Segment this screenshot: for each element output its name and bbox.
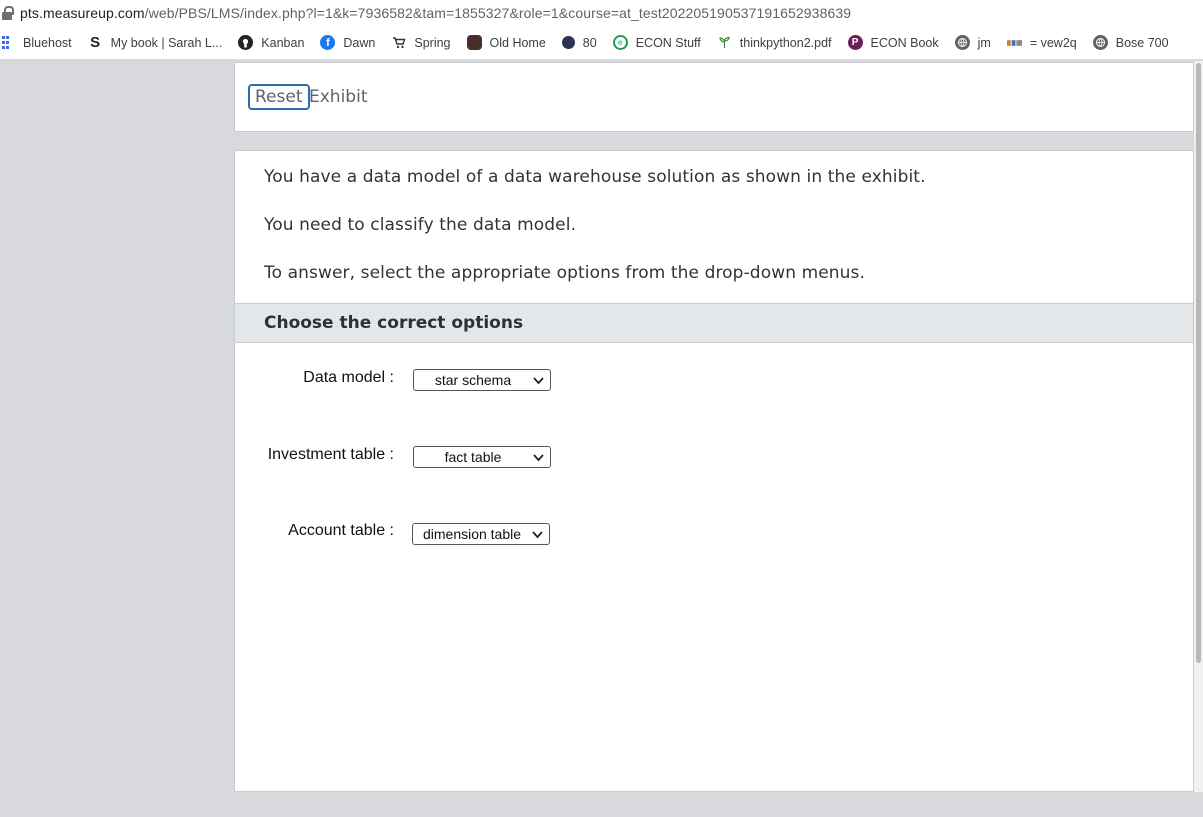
address-bar[interactable]: pts.measureup.com/web/PBS/LMS/index.php?… — [0, 0, 1203, 26]
chevron-down-icon — [533, 377, 544, 385]
bookmark-kanban[interactable]: Kanban — [238, 35, 304, 50]
page-scrollbar[interactable] — [1194, 61, 1203, 792]
p-logo-icon: P — [847, 35, 863, 50]
account-table-selected-value: dimension table — [422, 526, 522, 542]
investment-table-label: Investment table : — [267, 446, 394, 463]
bookmark-bose-700[interactable]: Bose 700 — [1092, 35, 1169, 50]
globe-icon — [954, 35, 970, 50]
grid-icon — [0, 35, 15, 50]
account-table-label: Account table : — [288, 522, 394, 539]
bookmark-bluehost[interactable]: Bluehost — [0, 35, 72, 50]
bookmark-thinkpython[interactable]: thinkpython2.pdf — [717, 35, 832, 50]
bookmarks-bar: Bluehost S My book | Sarah L... Kanban f… — [0, 26, 1203, 60]
facebook-icon: f — [320, 35, 336, 50]
bookmark-spring[interactable]: Spring — [391, 35, 451, 50]
url-text[interactable]: pts.measureup.com/web/PBS/LMS/index.php?… — [20, 5, 851, 21]
scrollbar-thumb[interactable] — [1196, 63, 1201, 663]
exhibit-toolbar: Reset Exhibit — [234, 62, 1194, 132]
bookmark-vew2q[interactable]: = vew2q — [1006, 35, 1077, 50]
bookmark-jm[interactable]: jm — [954, 35, 991, 50]
question-text-1: You have a data model of a data warehous… — [264, 167, 926, 187]
question-panel: You have a data model of a data warehous… — [234, 150, 1194, 792]
exhibit-button[interactable]: Exhibit — [309, 87, 367, 107]
bookmark-80[interactable]: 80 — [561, 36, 597, 50]
bottom-gutter — [234, 792, 1203, 817]
question-text-2: You need to classify the data model. — [264, 215, 577, 235]
reset-button[interactable]: Reset — [248, 84, 310, 110]
investment-table-select[interactable]: fact table — [413, 446, 551, 468]
dot-icon — [561, 36, 575, 49]
options-title: Choose the correct options — [264, 313, 524, 333]
data-model-select[interactable]: star schema — [413, 369, 551, 391]
investment-table-selected-value: fact table — [444, 449, 502, 465]
left-gutter — [0, 61, 234, 817]
lock-icon — [2, 6, 14, 20]
bookmark-econ-stuff[interactable]: e ECON Stuff — [612, 35, 701, 50]
bookmark-old-home[interactable]: Old Home — [466, 35, 546, 50]
globe-icon — [1092, 35, 1108, 50]
bookmark-dawn[interactable]: f Dawn — [320, 35, 375, 50]
bookmark-my-book[interactable]: S My book | Sarah L... — [88, 34, 222, 51]
bear-icon — [466, 35, 482, 50]
bookmark-econ-book[interactable]: P ECON Book — [847, 35, 939, 50]
green-circle-icon: e — [612, 35, 628, 50]
data-model-label: Data model : — [303, 369, 394, 386]
options-header: Choose the correct options — [235, 303, 1193, 343]
s-logo-icon: S — [90, 34, 101, 51]
bar-logo-icon — [1006, 35, 1022, 50]
cart-icon — [391, 35, 406, 50]
sprout-icon — [717, 35, 732, 50]
account-table-select[interactable]: dimension table — [412, 523, 550, 545]
chevron-down-icon — [533, 454, 544, 462]
question-text-3: To answer, select the appropriate option… — [264, 263, 866, 283]
chevron-down-icon — [532, 531, 543, 539]
data-model-selected-value: star schema — [434, 372, 512, 388]
github-icon — [238, 35, 254, 50]
